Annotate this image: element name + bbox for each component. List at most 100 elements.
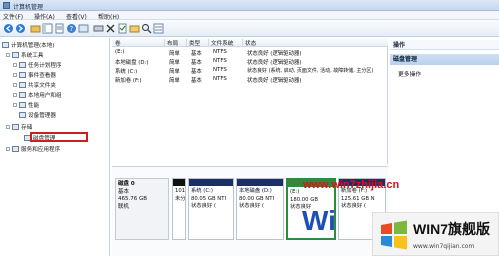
volume-layout: 简单: [169, 60, 180, 66]
partition-status: 状态良好 (: [191, 203, 216, 209]
tree-item-shared-folders[interactable]: 共享文件夹: [13, 80, 56, 89]
disk-size: 465.76 GB: [118, 196, 148, 202]
column-header-layout[interactable]: 布局: [167, 39, 187, 47]
partition-status: 状态良好 (: [341, 203, 366, 209]
actions-header: 操作: [390, 40, 499, 50]
tree-services[interactable]: 服务和应用程序: [6, 144, 60, 153]
tree-storage[interactable]: 存储: [6, 122, 32, 131]
watermark-logo-text: Wi: [302, 205, 336, 236]
services-icon: [12, 145, 19, 152]
tree-system-tools-label: 系统工具: [21, 52, 44, 59]
partition-d[interactable]: 本地磁盘 (D:) 80.00 GB NTI 状态良好 (: [236, 178, 284, 240]
connect-disk-icon[interactable]: [93, 23, 104, 34]
tree-item-label: 事件查看器: [28, 72, 56, 79]
partition-status: 状态良好 (: [239, 203, 264, 209]
partition-label: 系统 (C:): [191, 188, 213, 194]
partition-size: 80.00 GB NTI: [239, 195, 275, 202]
expand-toggle-icon[interactable]: [13, 102, 17, 107]
tree-services-label: 服务和应用程序: [21, 146, 61, 153]
partition-label: 本地磁盘 (D:): [239, 188, 272, 194]
volume-status: 状态良好 (逻辑驱动器): [247, 51, 302, 57]
disk-label[interactable]: 磁盘 0 基本 465.76 GB 联机: [115, 178, 169, 240]
properties-icon[interactable]: [54, 23, 65, 34]
table-row[interactable]: 新加卷 (F:) 简单 基本 NTFS 状态良好 (逻辑驱动器): [112, 76, 388, 84]
partition-status: 未分: [175, 195, 186, 202]
windows-flag-icon: [381, 220, 407, 250]
watermark-url: www.win7zhijia.cn: [303, 179, 400, 191]
expand-toggle-icon[interactable]: [13, 92, 17, 97]
partition-c[interactable]: 系统 (C:) 80.05 GB NTI 状态良好 (: [188, 178, 234, 240]
tree-item-device-manager[interactable]: 设备管理器: [19, 110, 56, 119]
console-tree-icon[interactable]: [42, 23, 53, 34]
partition-size: 80.05 GB NTI: [191, 195, 227, 202]
partition-text: 本地磁盘 (D:) 80.00 GB NTI 状态良好 (: [239, 188, 274, 211]
volume-status: 状态良好 (逻辑驱动器): [247, 60, 302, 66]
storage-icon: [12, 123, 19, 130]
volume-type: 基本: [191, 69, 202, 75]
partition-size: 125.61 GB N: [341, 195, 375, 202]
help-icon[interactable]: ?: [66, 23, 77, 34]
volume-list: 卷 布局 类型 文件系统 状态 (E:) 简单 基本 NTFS 状态良好 (逻辑…: [112, 38, 388, 164]
tree-item-local-users[interactable]: 本地用户和组: [13, 90, 62, 99]
disk-status: 联机: [118, 203, 130, 210]
tree-item-label: 设备管理器: [28, 112, 56, 119]
volume-name: 新加卷 (F:): [115, 78, 142, 84]
delete-x-icon[interactable]: [105, 23, 116, 34]
computer-icon: [2, 41, 9, 48]
column-header-volume[interactable]: 卷: [115, 39, 165, 47]
expand-toggle-icon[interactable]: [13, 72, 17, 77]
collapse-toggle-icon[interactable]: [6, 124, 10, 129]
disk-type: 基本: [118, 188, 130, 195]
volume-filesystem: NTFS: [213, 58, 227, 64]
expand-toggle-icon[interactable]: [13, 82, 17, 87]
column-header-type[interactable]: 类型: [189, 39, 209, 47]
collapse-toggle-icon[interactable]: [6, 52, 10, 57]
expand-toggle-icon[interactable]: [6, 146, 10, 151]
volume-layout: 简单: [169, 78, 180, 84]
back-arrow-icon[interactable]: [3, 23, 14, 34]
partition-unallocated[interactable]: 101 未分: [172, 178, 186, 240]
table-row[interactable]: (E:) 简单 基本 NTFS 状态良好 (逻辑驱动器): [112, 49, 388, 57]
volume-name: 本地磁盘 (D:): [115, 60, 149, 66]
list-view-icon[interactable]: [153, 23, 164, 34]
tree-item-event-viewer[interactable]: 事件查看器: [13, 70, 56, 79]
open-folder-icon[interactable]: [129, 23, 140, 34]
view-icon[interactable]: [78, 23, 89, 34]
performance-icon: [19, 101, 26, 108]
volume-layout: 简单: [169, 69, 180, 75]
highlight-box: [30, 132, 88, 142]
tree-storage-label: 存储: [21, 124, 33, 131]
tree-item-task-scheduler[interactable]: 任务计划程序: [13, 60, 62, 69]
tree-item-performance[interactable]: 性能: [13, 100, 39, 109]
volume-type: 基本: [191, 51, 202, 57]
table-row[interactable]: 本地磁盘 (D:) 简单 基本 NTFS 状态良好 (逻辑驱动器): [112, 58, 388, 66]
expand-toggle-icon[interactable]: [13, 62, 17, 67]
toolbar: ?: [0, 20, 499, 37]
device-manager-icon: [19, 111, 26, 118]
svg-text:?: ?: [70, 25, 74, 33]
shared-folder-icon: [19, 81, 26, 88]
toolbox-icon: [12, 51, 19, 58]
brand-title: WIN7旗舰版: [413, 221, 490, 237]
actions-section-disk-management[interactable]: 磁盘管理: [390, 54, 499, 65]
column-header-filesystem[interactable]: 文件系统: [211, 39, 243, 47]
table-row[interactable]: 系统 (C:) 简单 基本 NTFS 状态良好 (系统, 启动, 页面文件, 活…: [112, 67, 388, 75]
tree-item-label: 共享文件夹: [28, 82, 56, 89]
volume-filesystem: NTFS: [213, 76, 227, 82]
tree-system-tools[interactable]: 系统工具: [6, 50, 43, 59]
tree-root[interactable]: 计算机管理(本地): [2, 40, 55, 49]
event-viewer-icon: [19, 71, 26, 78]
more-actions-link[interactable]: 更多操作: [398, 69, 421, 78]
volume-filesystem: NTFS: [213, 49, 227, 55]
forward-arrow-icon[interactable]: [15, 23, 26, 34]
checklist-icon[interactable]: [117, 23, 128, 34]
volume-type: 基本: [191, 78, 202, 84]
volume-type: 基本: [191, 60, 202, 66]
up-folder-icon[interactable]: [30, 23, 41, 34]
disk-name: 磁盘 0: [118, 181, 135, 187]
column-header-status[interactable]: 状态: [245, 39, 385, 47]
search-icon[interactable]: [141, 23, 152, 34]
tree-item-label: 性能: [28, 102, 40, 109]
computer-management-icon: [3, 2, 10, 9]
volume-status: 状态良好 (系统, 启动, 页面文件, 活动, 故障转储, 主分区): [247, 68, 374, 74]
